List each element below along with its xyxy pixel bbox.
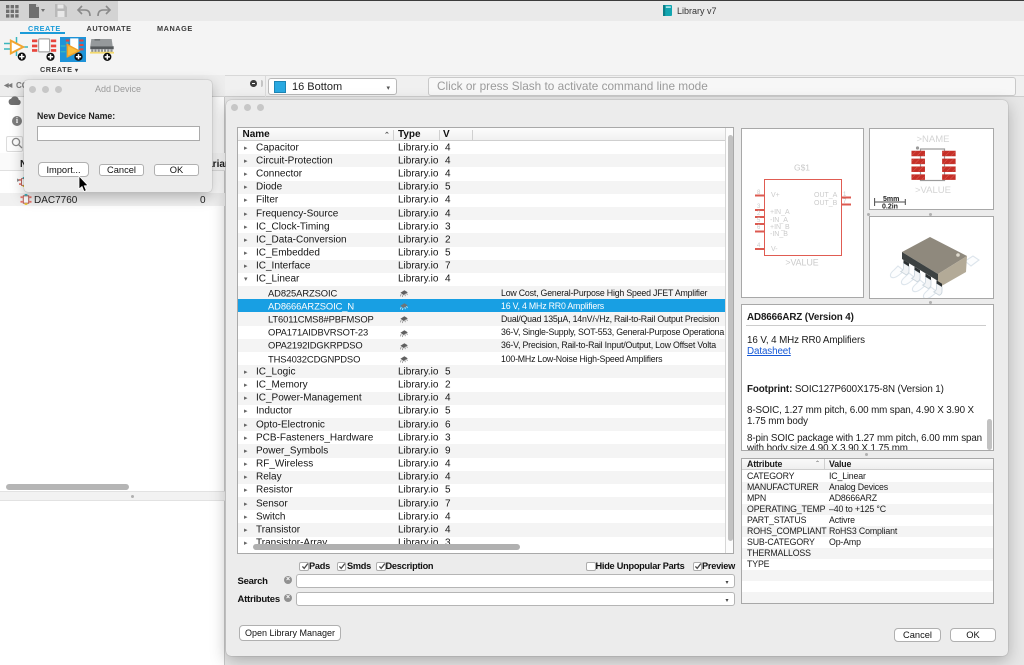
svg-text:OUT_B: OUT_B — [814, 200, 838, 207]
svg-text:0.2in: 0.2in — [882, 203, 898, 209]
svg-text:2: 2 — [757, 211, 761, 217]
svg-text:OUT_A: OUT_A — [814, 192, 838, 199]
svg-text:4: 4 — [757, 243, 761, 249]
svg-text:+IN_A: +IN_A — [770, 209, 790, 216]
svg-text:>NAME: >NAME — [917, 134, 950, 145]
svg-text:>VALUE: >VALUE — [915, 185, 951, 196]
svg-text:+IN_B: +IN_B — [770, 224, 790, 231]
svg-text:-IN_A: -IN_A — [770, 217, 788, 224]
svg-text:V-: V- — [771, 246, 778, 253]
svg-text:5: 5 — [757, 218, 761, 224]
svg-text:3: 3 — [757, 204, 761, 210]
svg-text:5mm: 5mm — [883, 196, 899, 203]
svg-text:6: 6 — [757, 225, 761, 231]
svg-text:>VALUE: >VALUE — [785, 258, 818, 268]
svg-text:-IN_B: -IN_B — [770, 231, 788, 238]
svg-text:G$1: G$1 — [794, 163, 810, 173]
svg-text:V+: V+ — [771, 192, 780, 199]
